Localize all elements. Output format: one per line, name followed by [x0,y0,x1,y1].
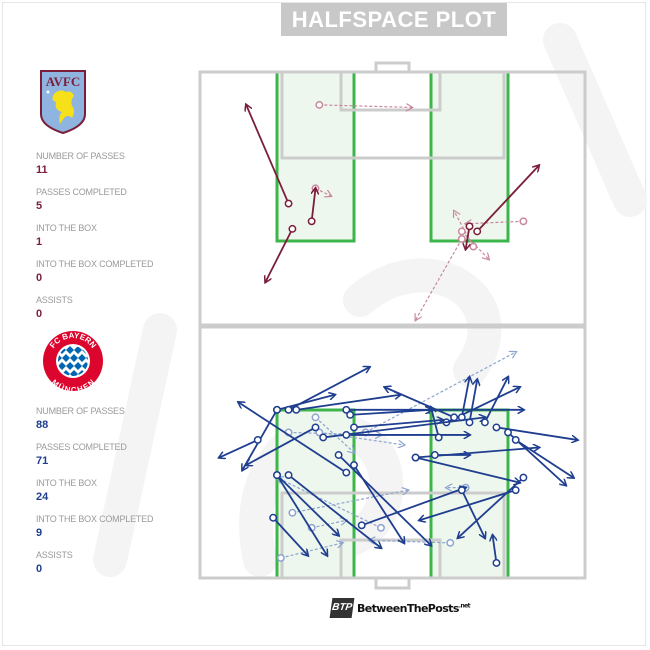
bayern-pass-origin-10 [480,418,489,427]
villa-pass-origin-10 [469,242,478,251]
bayern-pass-origin-17 [253,436,262,444]
bayern-pass-origin-21 [434,433,443,442]
btp-badge-icon: BTP [329,598,355,618]
bayern-pass-origin-40 [288,508,297,517]
villa-pass-origin-1 [315,100,324,109]
pitch-chart [198,61,587,590]
bayern-pass-origin-31 [357,521,366,530]
bayern-pass-origin-24 [519,473,528,482]
bayern-pass-origin-3 [292,405,301,414]
upper-six-yard-box [339,72,442,112]
bayern-pass-origin-18 [350,423,358,432]
bayern-pass-origin-25 [511,486,520,495]
bayern-pass-origin-42 [276,553,285,562]
bayern-pass-origin-41 [446,538,455,547]
bayern-pass-origin-12 [504,428,512,437]
bayern-passes [219,352,577,567]
upper-half [198,61,587,327]
bayern-pass-origin-23 [350,461,358,469]
villa-pass-6 [416,238,463,320]
bayern-pass-origin-11 [492,423,501,432]
bayern-pass-origin-20 [342,430,351,439]
villa-pass-origin-8 [473,227,482,236]
bayern-pass-origin-29 [311,423,320,432]
bayern-pass-13 [515,439,574,478]
lower-six-yard-box [339,538,442,578]
bayern-pass-origin-5 [346,410,355,419]
bayern-pass-2 [288,367,370,411]
bayern-pass-origin-28 [342,468,351,477]
bayern-pass-origin-7 [450,413,459,422]
villa-pass-origin-5 [288,224,297,233]
bayern-pass-origin-33 [457,486,466,495]
bayern-pass-origin-43 [492,558,501,567]
bayern-pass-origin-16 [273,405,281,414]
bayern-pass-origin-44 [377,523,385,532]
villa-pass-origin-11 [457,227,466,236]
villa-pass-origin-3 [307,217,316,226]
bayern-pass-origin-27 [411,453,420,462]
villa-pass-origin-9 [465,222,474,231]
bayern-pass-origin-34 [430,451,439,459]
bayern-pass-origin-22 [273,471,281,480]
bayern-pass-origin-15 [334,451,343,459]
brand-logo: BTP BetweenThePosts.net [329,598,470,618]
lower-half [198,325,587,590]
bayern-pass-origin-30 [284,471,293,480]
villa-pass-origin-6 [457,235,466,243]
bayern-pass-origin-13 [511,436,520,444]
brand-name: BetweenThePosts.net [357,601,470,615]
villa-pass-origin-7 [519,217,528,226]
bayern-pass-origin-19 [319,433,328,442]
bayern-pass-origin-2 [284,405,293,414]
bayern-pass-origin-32 [269,513,278,522]
bayern-pass-origin-38 [311,413,320,422]
villa-pass-origin-2 [284,199,293,208]
